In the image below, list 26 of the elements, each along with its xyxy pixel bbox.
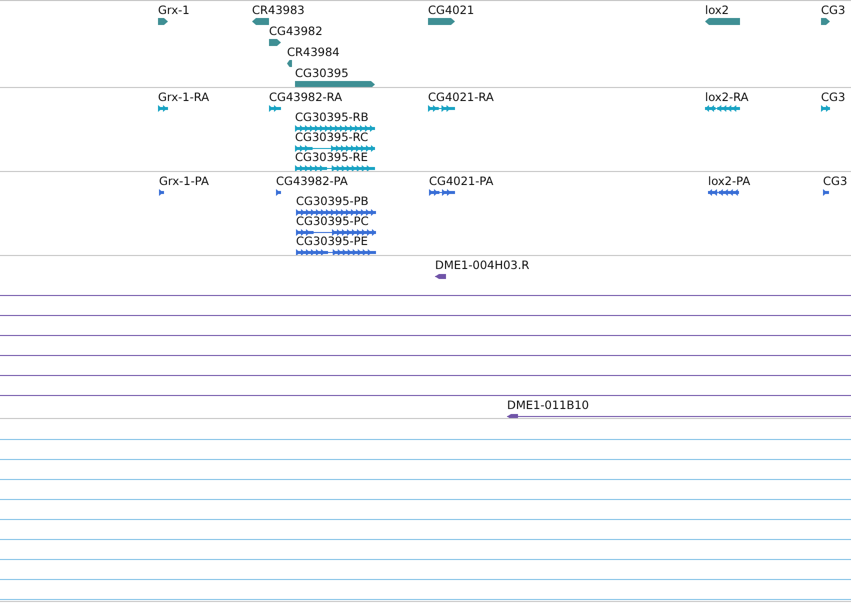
feature-label: CG30395-PB: [296, 195, 368, 208]
feature-label: CG30395-RB: [295, 111, 369, 124]
feature-label: CG4021: [428, 4, 474, 17]
feature-label: Grx-1: [158, 4, 190, 17]
feature-label: CR43983: [252, 4, 305, 17]
feature-label: CG30395-RC: [295, 131, 368, 144]
feature-label: CG4021-RA: [428, 91, 494, 104]
feature-label: CG43982-PA: [276, 175, 348, 188]
feature-label: DME1-011B10: [507, 399, 589, 412]
feature-label: CG4021-PA: [429, 175, 494, 188]
feature-label: CG30395: [295, 67, 349, 80]
feature-label: CG43982: [269, 25, 323, 38]
feature-label: Grx-1-RA: [158, 91, 210, 104]
feature-label: CG3: [821, 4, 846, 17]
feature-label: Grx-1-PA: [159, 175, 209, 188]
feature-label: CG30395-PC: [296, 215, 369, 228]
feature-label: CG43982-RA: [269, 91, 342, 104]
feature-label: lox2-RA: [705, 91, 749, 104]
feature-label: CG3: [823, 175, 848, 188]
feature-label: CG30395-PE: [296, 235, 368, 248]
feature-label: CR43984: [287, 46, 340, 59]
feature-label: CG3: [821, 91, 846, 104]
feature-label: lox2-PA: [708, 175, 750, 188]
feature-label: DME1-004H03.R: [435, 259, 530, 272]
feature-label: lox2: [705, 4, 729, 17]
feature-label: CG30395-RE: [295, 151, 368, 164]
